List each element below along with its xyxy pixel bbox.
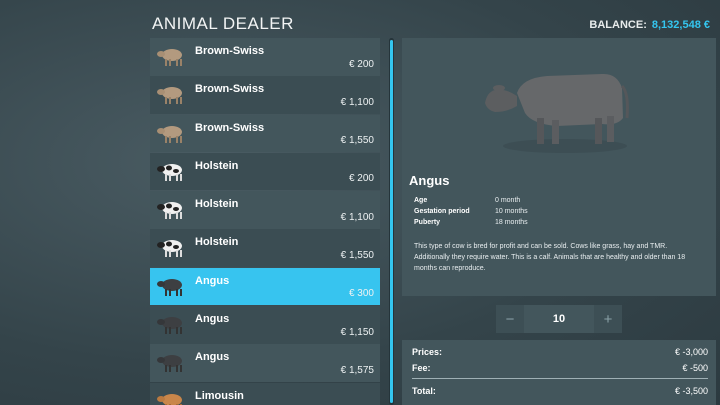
animal-detail-panel: Angus Age 0 month Gestation period 10 month… (402, 38, 716, 296)
summary-divider (412, 378, 708, 379)
animal-list-item[interactable]: Angus € 1,150 (150, 306, 380, 344)
animal-breed-label: Holstein (195, 198, 239, 211)
animal-breed-label: Holstein (195, 159, 239, 172)
animal-price: € 1,150 (340, 326, 374, 338)
animal-breed-label: Brown-Swiss (195, 83, 265, 96)
increase-button[interactable]: + (594, 305, 622, 333)
animal-list-item[interactable]: Angus € 1,575 (150, 344, 380, 382)
stat-row: Gestation period 10 months (414, 206, 528, 217)
animal-price: € 1,575 (340, 364, 374, 376)
cow-thumbnail-icon (155, 350, 187, 374)
animal-breed-label: Angus (195, 351, 230, 364)
cow-thumbnail-icon (155, 274, 187, 298)
animal-list-item[interactable]: Holstein € 1,550 (150, 229, 380, 267)
animal-description: This type of cow is bred for profit and … (414, 243, 686, 272)
stat-label: Gestation period (414, 208, 470, 215)
list-scrollbar-thumb[interactable] (390, 40, 393, 403)
animal-stats: Age 0 month Gestation period 10 months Puber… (414, 195, 528, 228)
stat-value: 18 months (495, 219, 528, 226)
cow-thumbnail-icon (155, 44, 187, 68)
decrease-button[interactable]: − (496, 305, 524, 333)
animal-list-item[interactable]: Brown-Swiss € 1,100 (150, 76, 380, 114)
total-label: Total: (412, 386, 436, 396)
animal-price: € 300 (348, 288, 374, 300)
stat-row: Puberty 18 months (414, 217, 528, 228)
total-value: € -3,500 (674, 386, 708, 396)
animal-list-item[interactable]: Limousin (150, 382, 380, 405)
animal-name: Angus (409, 173, 450, 188)
fee-value: € -500 (682, 363, 708, 373)
stat-label: Puberty (414, 219, 441, 226)
prices-row: Prices: € -3,000 (412, 347, 708, 357)
cow-thumbnail-icon (155, 159, 187, 183)
fee-row: Fee: € -500 (412, 363, 708, 373)
animal-list-item[interactable]: Holstein € 200 (150, 152, 380, 191)
cow-thumbnail-icon (155, 389, 187, 405)
animal-price: € 1,100 (340, 96, 374, 108)
animal-price: € 1,100 (340, 211, 374, 223)
fee-label: Fee: (412, 363, 431, 373)
animal-breed-label: Angus (195, 274, 230, 287)
animal-breed-label: Brown-Swiss (195, 45, 265, 57)
animal-list-item[interactable]: Holstein € 1,100 (150, 191, 380, 229)
balance-label: BALANCE: (589, 19, 647, 31)
animal-list-item[interactable]: Brown-Swiss € 200 (150, 38, 380, 76)
stat-value: 0 month (495, 197, 521, 204)
cow-thumbnail-icon (155, 235, 187, 259)
animal-price: € 200 (348, 173, 374, 185)
animal-breed-label: Holstein (195, 236, 239, 249)
prices-value: € -3,000 (674, 347, 708, 357)
prices-label: Prices: (412, 347, 443, 357)
animal-breed-label: Limousin (195, 389, 244, 402)
cow-thumbnail-icon (155, 197, 187, 221)
stat-label: Age (414, 197, 428, 204)
quantity-stepper: − 10 + (496, 305, 622, 333)
animal-price: € 1,550 (340, 249, 374, 261)
animal-list-item[interactable]: Angus € 300 (150, 267, 380, 306)
cow-image (485, 73, 629, 153)
cow-thumbnail-icon (155, 82, 187, 106)
animal-list: Brown-Swiss € 200 Brown-Swiss € 1,100 Brown-… (150, 38, 380, 405)
quantity-value[interactable]: 10 (524, 305, 594, 333)
stat-value: 10 months (495, 208, 528, 215)
balance-display: BALANCE: 8,132,548 € (589, 19, 710, 31)
animal-list-item[interactable]: Brown-Swiss € 1,550 (150, 114, 380, 153)
total-row: Total: € -3,500 (412, 386, 708, 396)
balance-value: 8,132,548 € (651, 19, 710, 31)
price-summary: Prices: € -3,000 Fee: € -500 Total: € -3… (402, 340, 716, 405)
animal-breed-label: Brown-Swiss (195, 121, 265, 134)
page-title: ANIMAL DEALER (152, 14, 294, 33)
animal-breed-label: Angus (195, 313, 230, 326)
cow-thumbnail-icon (155, 312, 187, 336)
animal-price: € 200 (348, 58, 374, 70)
stat-row: Age 0 month (414, 195, 528, 206)
cow-thumbnail-icon (155, 121, 187, 145)
animal-price: € 1,550 (340, 135, 374, 147)
